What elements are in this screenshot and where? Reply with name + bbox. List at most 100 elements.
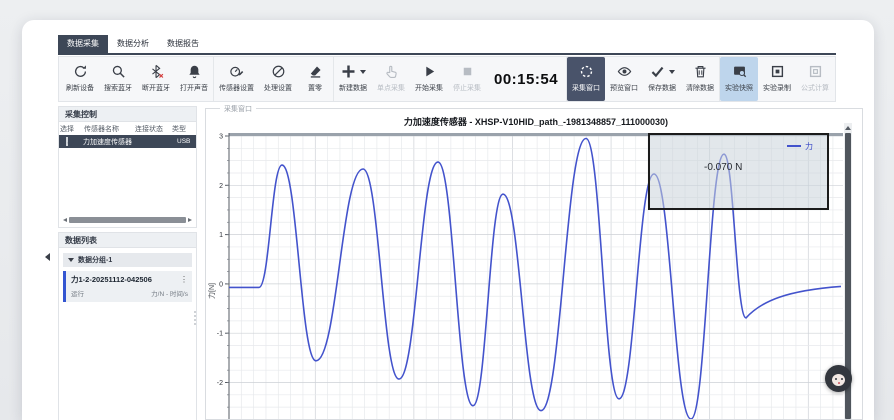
chevron-down-icon[interactable]	[360, 70, 366, 74]
tool-label: 新建数据	[339, 84, 367, 93]
tool-refresh-button[interactable]: 刷新设备	[61, 57, 99, 101]
tool-check-button[interactable]: 保存数据	[643, 57, 681, 101]
tool-dashed-circle-button[interactable]: 采集窗口	[567, 57, 605, 101]
tool-record-button[interactable]: 实验录制	[758, 57, 796, 101]
formula-icon	[808, 64, 823, 79]
data-item-title: 力1-2-20251112-042506	[71, 274, 152, 285]
data-list-title: 数据列表	[59, 233, 196, 248]
tool-label: 停止采集	[453, 84, 481, 93]
tool-label: 保存数据	[648, 84, 676, 93]
data-item-axes: 力/N - 时间/s	[151, 288, 188, 298]
sensor-column-header: 传感器名称	[84, 124, 135, 134]
tab-underline	[58, 53, 836, 55]
sensor-name: 力加速度传感器	[83, 137, 134, 147]
toolbar-group: 实验快照 实验录制 公式计算	[719, 57, 834, 101]
tool-trash-button[interactable]: 清除数据	[681, 57, 719, 101]
data-group-row[interactable]: 数据分组-1	[63, 253, 192, 267]
data-group-label: 数据分组-1	[78, 255, 112, 265]
acquisition-control-panel: 采集控制 选择传感器名称连接状态类型 力加速度传感器 USB	[58, 106, 197, 228]
tool-label: 公式计算	[801, 84, 829, 93]
tab-1[interactable]: 数据采集	[58, 35, 108, 53]
y-tick-label: 1	[219, 232, 223, 239]
tab-bar: 数据采集数据分析数据报告	[58, 35, 208, 53]
hscroll-thumb[interactable]	[69, 217, 186, 223]
legend-label: 力	[805, 141, 813, 151]
tool-snapshot-button[interactable]: 实验快照	[720, 57, 758, 101]
y-tick-label: -2	[217, 380, 223, 387]
tool-label: 单点采集	[377, 84, 405, 93]
hscroll-right-arrow[interactable]	[186, 216, 194, 224]
tree-expand-icon[interactable]	[68, 258, 74, 262]
tab-3[interactable]: 数据报告	[158, 35, 208, 53]
annotation-value: -0.070 N	[704, 162, 742, 173]
check-icon	[650, 64, 665, 79]
tool-bell-button[interactable]: 打开声音	[175, 57, 213, 101]
toolbar-group: 新建数据 单点采集 开始采集 停止采集 00:15:54	[333, 57, 566, 101]
tool-zero-button[interactable]: 置零	[297, 57, 333, 101]
y-tick-label: 2	[219, 183, 223, 190]
stop-icon	[460, 64, 475, 79]
sensor-table-row[interactable]: 力加速度传感器 USB	[59, 135, 196, 148]
tool-point-button[interactable]: 单点采集	[372, 57, 410, 101]
chevron-down-icon[interactable]	[669, 70, 675, 74]
assistant-float-button[interactable]	[825, 365, 852, 392]
sensor-icon	[229, 64, 244, 79]
tool-stop-button[interactable]: 停止采集	[448, 57, 486, 101]
sensor-column-header: 选择	[60, 124, 84, 134]
tool-label: 处理设置	[264, 84, 292, 93]
tool-play-button[interactable]: 开始采集	[410, 57, 448, 101]
snapshot-icon	[732, 64, 747, 79]
chart-canvas[interactable]: 力加速度传感器 - XHSP-V10HID_path_-1981348857_1…	[206, 109, 862, 419]
zero-icon	[308, 64, 323, 79]
tool-label: 实验录制	[763, 84, 791, 93]
chart-title: 力加速度传感器 - XHSP-V10HID_path_-1981348857_1…	[404, 116, 668, 127]
tool-label: 搜索蓝牙	[104, 84, 132, 93]
sensor-checkbox[interactable]	[66, 137, 68, 146]
y-tick-label: 3	[219, 134, 223, 141]
tool-formula-button[interactable]: 公式计算	[796, 57, 834, 101]
y-tick-label: -1	[217, 331, 223, 338]
data-list-item[interactable]: 力1-2-20251112-042506 ⋮ 运行 力/N - 时间/s	[63, 271, 192, 302]
bluetooth-off-icon	[149, 64, 164, 79]
search-icon	[111, 64, 126, 79]
tool-sensor-button[interactable]: 传感器设置	[214, 57, 259, 101]
data-item-status: 运行	[71, 288, 84, 298]
y-axis-label: 力[N]	[207, 283, 216, 299]
tab-2[interactable]: 数据分析	[108, 35, 158, 53]
toolbar-group: 采集窗口 预览窗口 保存数据 清除数据	[566, 57, 719, 101]
hscroll-left-arrow[interactable]	[61, 216, 69, 224]
tool-label: 采集窗口	[572, 84, 600, 93]
assistant-avatar-icon	[832, 374, 845, 386]
point-icon	[384, 64, 399, 79]
tool-label: 打开声音	[180, 84, 208, 93]
sensor-table-header: 选择传感器名称连接状态类型	[59, 122, 196, 135]
trash-icon	[693, 64, 708, 79]
sensor-table-hscrollbar	[61, 216, 194, 224]
plus-icon	[341, 64, 356, 79]
acquisition-timer: 00:15:54	[486, 57, 566, 101]
bell-icon	[187, 64, 202, 79]
refresh-icon	[73, 64, 88, 79]
dashed-circle-icon	[579, 64, 594, 79]
tool-search-button[interactable]: 搜索蓝牙	[99, 57, 137, 101]
desktop-background: 数据采集数据分析数据报告 刷新设备 搜索蓝牙 断开蓝牙 打开声音 传感器设置 处…	[0, 0, 894, 420]
record-icon	[770, 64, 785, 79]
panel-collapse-arrow[interactable]	[42, 250, 54, 262]
tool-label: 传感器设置	[219, 84, 254, 93]
tool-label: 断开蓝牙	[142, 84, 170, 93]
data-list-panel: 数据列表 数据分组-1 力1-2-20251112-042506 ⋮ 运行 力/…	[58, 232, 197, 420]
tool-eye-button[interactable]: 预览窗口	[605, 57, 643, 101]
app-window: 数据采集数据分析数据报告 刷新设备 搜索蓝牙 断开蓝牙 打开声音 传感器设置 处…	[22, 20, 874, 420]
tool-label: 置零	[308, 84, 322, 93]
y-tick-label: 0	[219, 281, 223, 288]
process-icon	[271, 64, 286, 79]
sensor-column-header: 连接状态	[135, 124, 172, 134]
toolbar: 刷新设备 搜索蓝牙 断开蓝牙 打开声音 传感器设置 处理设置 置零 新建数据 单…	[58, 56, 836, 102]
acquisition-control-title: 采集控制	[59, 107, 196, 122]
item-menu-icon[interactable]: ⋮	[180, 276, 188, 283]
tool-label: 清除数据	[686, 84, 714, 93]
tool-plus-button[interactable]: 新建数据	[334, 57, 372, 101]
panel-resize-handle[interactable]	[193, 309, 197, 327]
tool-process-button[interactable]: 处理设置	[259, 57, 297, 101]
tool-bluetooth-off-button[interactable]: 断开蓝牙	[137, 57, 175, 101]
